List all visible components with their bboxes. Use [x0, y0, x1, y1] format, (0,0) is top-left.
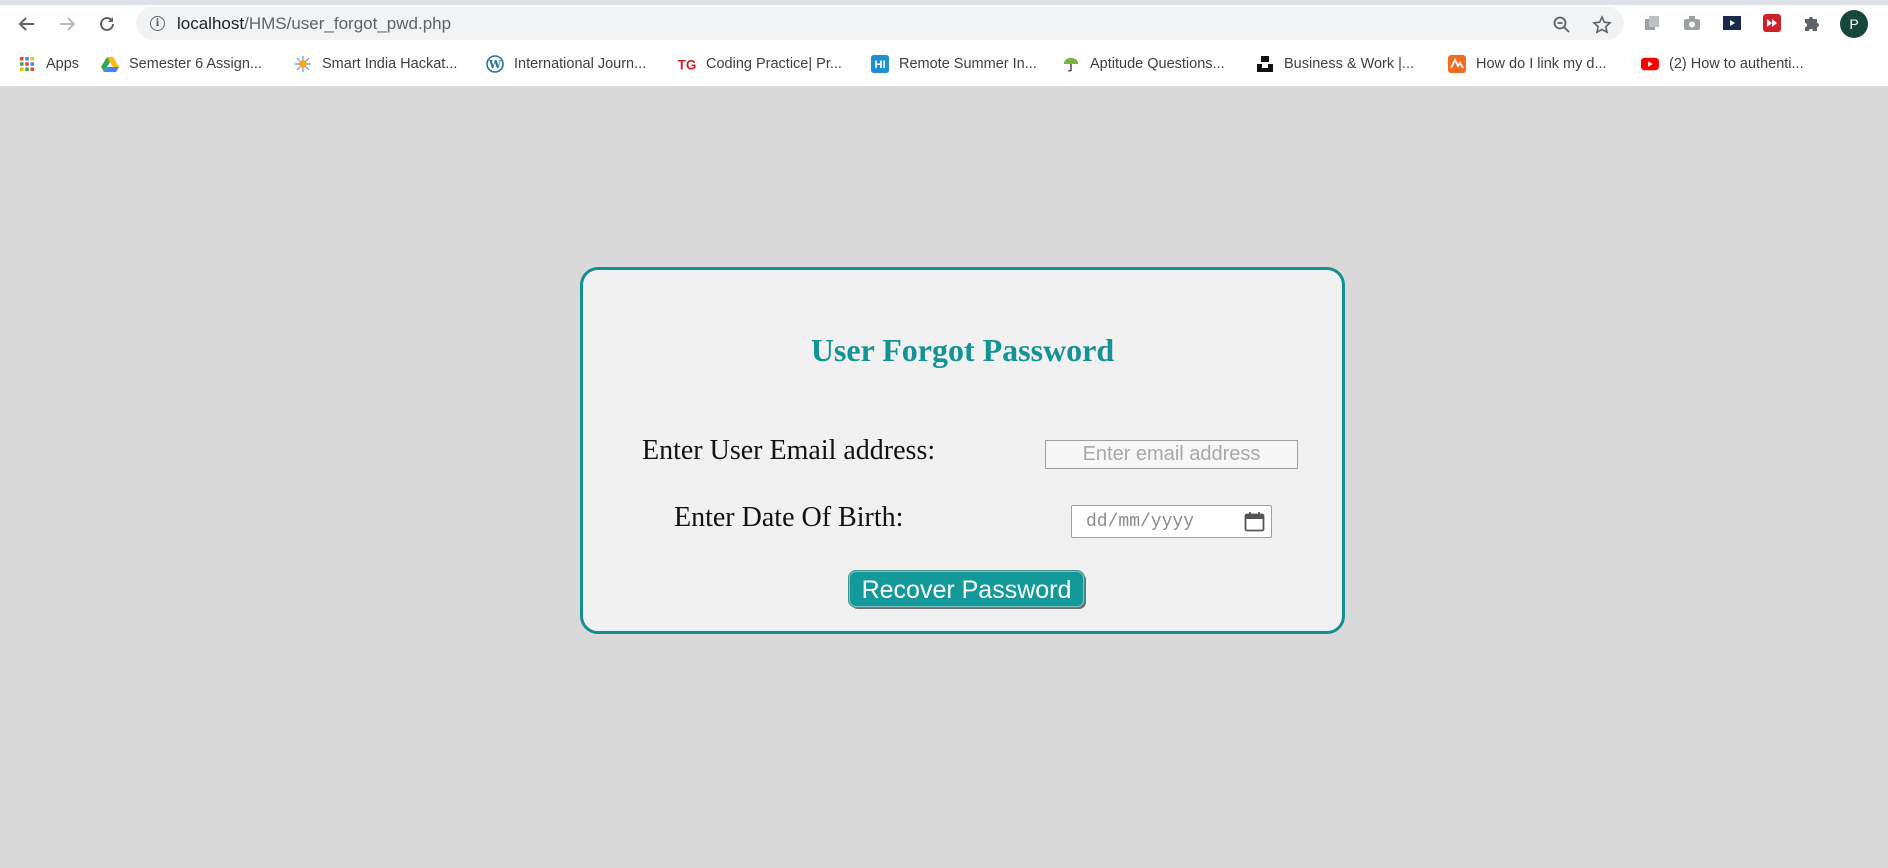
bookmark-label: Semester 6 Assign... — [129, 56, 262, 72]
bookmark-how-do-i-link[interactable]: How do I link my d... — [1448, 53, 1607, 75]
bookmark-apps[interactable]: Apps — [18, 53, 79, 75]
svg-text:W: W — [488, 58, 502, 71]
bookmark-label: Aptitude Questions... — [1090, 56, 1225, 72]
extensions-puzzle-icon[interactable] — [1802, 13, 1822, 33]
bookmark-international-journal[interactable]: W International Journ... — [486, 53, 646, 75]
bookmark-label: Remote Summer In... — [899, 56, 1037, 72]
recover-password-button[interactable]: Recover Password — [849, 571, 1084, 607]
tg-logo-icon: TG — [678, 55, 696, 73]
bookmark-label: Business & Work |... — [1284, 56, 1415, 72]
browser-chrome: i localhost/HMS/user_forgot_pwd.php P Ap… — [0, 0, 1888, 87]
bookmark-label: Smart India Hackat... — [322, 56, 458, 72]
forward-button[interactable] — [53, 10, 81, 38]
forgot-password-card: User Forgot Password Enter User Email ad… — [580, 267, 1345, 634]
dob-date-field[interactable]: dd/mm/yyyy — [1071, 505, 1272, 538]
bookmark-how-to-authenticate[interactable]: (2) How to authenti... — [1641, 53, 1804, 75]
zoom-icon[interactable] — [1552, 15, 1572, 35]
bookmark-semester-6[interactable]: Semester 6 Assign... — [101, 53, 262, 75]
umbrella-icon — [1062, 55, 1080, 73]
back-arrow-icon — [18, 17, 34, 31]
hi-logo-icon: HI — [871, 55, 889, 73]
url-text[interactable]: localhost/HMS/user_forgot_pwd.php — [177, 14, 451, 34]
bookmark-business-work[interactable]: Business & Work |... — [1256, 53, 1414, 75]
apps-grid-icon — [18, 55, 36, 73]
bookmark-coding-practice[interactable]: TG Coding Practice| Pr... — [678, 53, 842, 75]
unsplash-icon — [1256, 55, 1274, 73]
back-button[interactable] — [13, 10, 41, 38]
bookmark-label: International Journ... — [514, 56, 647, 72]
reload-button[interactable] — [93, 10, 121, 38]
email-field[interactable] — [1045, 440, 1298, 469]
tab-strip-edge — [0, 0, 1888, 5]
forward-arrow-icon — [60, 17, 76, 31]
page-title: User Forgot Password — [810, 332, 1115, 368]
profile-avatar[interactable]: P — [1840, 10, 1868, 38]
bookmark-label: (2) How to authenti... — [1669, 56, 1804, 72]
n-logo-icon — [1448, 55, 1466, 73]
wordpress-icon: W — [486, 55, 504, 73]
camera-extension-icon[interactable] — [1682, 13, 1702, 33]
url-path: /HMS/user_forgot_pwd.php — [244, 14, 452, 33]
google-drive-icon — [101, 55, 119, 73]
dob-label: Enter Date Of Birth: — [674, 502, 904, 533]
copy-extension-icon[interactable] — [1642, 13, 1662, 33]
bookmarks-bar: Apps Semester 6 Assign... Smart India Ha… — [0, 49, 1888, 79]
reload-icon — [100, 16, 114, 31]
bookmark-label: Apps — [46, 56, 80, 72]
bookmark-star-icon[interactable] — [1592, 15, 1612, 35]
fastforward-extension-icon[interactable] — [1762, 13, 1782, 33]
email-label: Enter User Email address: — [642, 435, 936, 466]
bookmark-remote-summer[interactable]: HI Remote Summer In... — [871, 53, 1037, 75]
svg-text:TG: TG — [678, 57, 696, 72]
url-host: localhost — [177, 14, 245, 33]
sih-logo-icon — [294, 55, 312, 73]
bookmark-smart-india[interactable]: Smart India Hackat... — [294, 53, 457, 75]
video-extension-icon[interactable] — [1722, 13, 1742, 33]
youtube-icon — [1641, 55, 1659, 73]
address-bar[interactable]: i localhost/HMS/user_forgot_pwd.php — [136, 7, 1624, 40]
site-info-icon[interactable]: i — [150, 16, 165, 31]
calendar-icon[interactable] — [1244, 511, 1265, 532]
bookmark-aptitude[interactable]: Aptitude Questions... — [1062, 53, 1225, 75]
bookmark-label: Coding Practice| Pr... — [706, 56, 842, 72]
svg-text:HI: HI — [875, 59, 886, 71]
bookmark-label: How do I link my d... — [1476, 56, 1607, 72]
dob-placeholder: dd/mm/yyyy — [1086, 512, 1195, 532]
